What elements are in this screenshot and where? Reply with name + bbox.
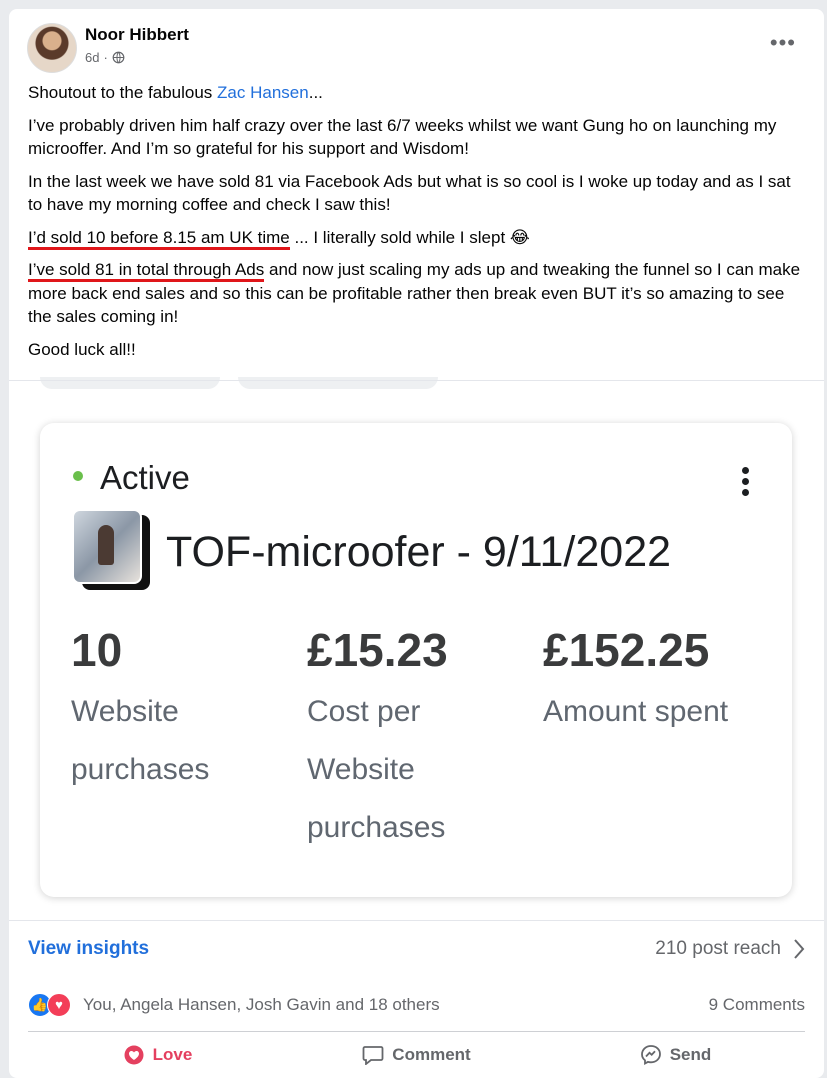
post-time[interactable]: 6d [85,50,99,65]
metric-label: Website purchases [71,695,210,786]
mention-link[interactable]: Zac Hansen [217,83,309,102]
post-header: Noor Hibbert 6d · ••• [27,23,806,75]
ad-status: Active [100,459,190,496]
heart-icon [124,1045,144,1064]
post-paragraph: I’ve probably driven him half crazy over… [28,115,777,159]
mention-suffix: ... [308,83,323,102]
globe-icon[interactable] [112,51,125,64]
metric-cost-per: £15.23 Cost per Website purchases [307,623,527,857]
kebab-icon [742,467,750,500]
post-paragraph: Good luck all!! [28,339,136,359]
meta-separator: · [103,50,108,65]
comment-icon [362,1045,384,1065]
mention-prefix: Shoutout to the fabulous [28,83,218,102]
post-meta: 6d · [85,50,125,65]
love-label: Love [152,1044,193,1064]
post-body: Shoutout to the fabulous Zac Hansen... I… [28,81,808,370]
post-paragraph: I’ve sold 81 in total through Ads and no… [28,258,808,329]
ad-thumbnail [72,509,142,584]
send-label: Send [669,1044,712,1064]
highlighted-text: I’d sold 10 before 8.15 am UK time [28,227,290,250]
view-insights-link[interactable]: View insights [28,938,149,959]
comment-button[interactable]: Comment [287,1032,546,1077]
metric-amount-spent: £152.25 Amount spent [543,623,763,741]
highlighted-text: I’ve sold 81 in total through Ads [28,260,265,282]
metric-value: £152.25 [543,624,710,676]
author-avatar[interactable] [27,23,77,73]
media-divider-top [9,380,824,381]
ghost-shape [238,377,438,389]
metric-label: Amount spent [543,695,729,728]
post-reach-text: 210 post reach [655,938,781,959]
messenger-icon [640,1044,661,1065]
ad-name: TOF-microofer - 9/11/2022 [166,528,672,576]
post-reach[interactable]: 210 post reach [655,938,805,960]
reaction-icons[interactable]: 👍 ♥ [28,993,76,1017]
active-status-dot [73,471,83,481]
post-paragraph: I’d sold 10 before 8.15 am UK time ... I… [28,226,808,250]
post-paragraph: In the last week we have sold 81 via Fac… [28,171,791,215]
more-icon[interactable]: ••• [770,32,796,54]
reactions-row: 👍 ♥ You, Angela Hansen, Josh Gavin and 1… [28,993,805,1019]
reactions-summary[interactable]: You, Angela Hansen, Josh Gavin and 18 ot… [83,995,440,1015]
post-card: Noor Hibbert 6d · ••• Shoutout to the fa… [9,9,824,1078]
media-divider-bottom [9,920,824,921]
paragraph-rest: ... I literally sold while I slept 😂 [289,227,530,247]
author-name[interactable]: Noor Hibbert [85,25,189,45]
metric-label: Cost per Website purchases [307,695,446,844]
insights-row: View insights 210 post reach [28,938,805,966]
post-paragraph: Shoutout to the fabulous Zac Hansen... [28,81,808,105]
metric-purchases: 10 Website purchases [71,623,291,799]
ghost-shape [40,377,220,389]
love-reaction-icon: ♥ [47,993,71,1017]
chevron-right-icon [794,939,805,959]
love-button[interactable]: Love [28,1032,287,1077]
send-button[interactable]: Send [546,1032,805,1077]
comment-label: Comment [392,1044,471,1064]
comments-count[interactable]: 9 Comments [709,995,805,1015]
metric-value: £15.23 [307,624,448,676]
ad-screenshot-card[interactable]: Active TOF-microofer - 9/11/2022 10 Webs… [40,423,792,897]
metric-value: 10 [71,624,123,676]
action-bar: Love Comment Send [28,1031,805,1077]
